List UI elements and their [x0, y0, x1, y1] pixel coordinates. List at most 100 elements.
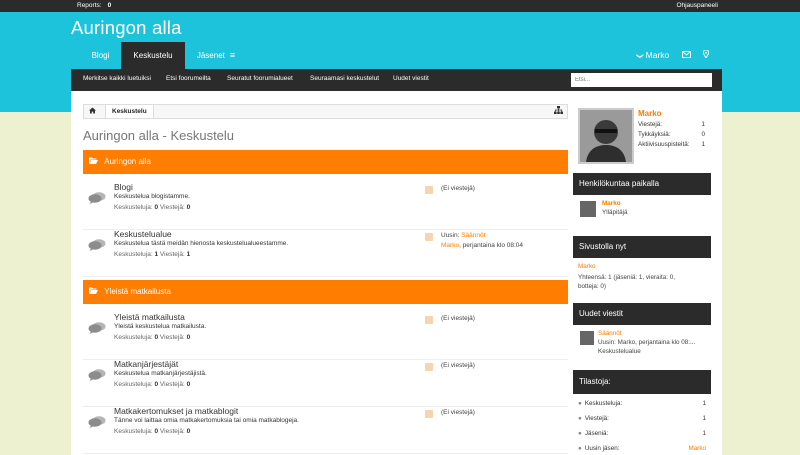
threads-count: 1: [154, 251, 159, 258]
comments-icon: [88, 369, 106, 381]
new-posts-link[interactable]: Uudet viestit: [393, 75, 429, 82]
breadcrumb-current[interactable]: Keskustelu: [105, 105, 154, 118]
reports-label: Reports:: [77, 2, 102, 9]
forum-description: Tänne voi laittaa omia matkakertomuksia …: [114, 417, 299, 424]
watched-threads-link[interactable]: Seuraamasi keskustelut: [310, 75, 379, 82]
reports-link[interactable]: Reports: 0: [77, 2, 111, 9]
tab-blogi[interactable]: Blogi: [80, 42, 121, 69]
last-post-prefix: Uusin:: [441, 232, 462, 239]
rss-icon[interactable]: [425, 363, 433, 371]
last-post-author[interactable]: Marko: [441, 242, 459, 249]
staff-role: Ylläpitäjä: [602, 209, 628, 216]
envelope-icon[interactable]: [681, 50, 693, 60]
forum-title[interactable]: Keskustelualue: [114, 229, 172, 239]
threads-label: Keskusteluja:: [114, 334, 153, 341]
stat-row: ● Uusin jäsen: Marko: [578, 445, 706, 452]
tab-jasenet[interactable]: Jäsenet ≡: [185, 42, 247, 69]
stat-value: 1: [702, 400, 706, 407]
forum-title[interactable]: Yleistä matkailusta: [114, 312, 185, 322]
profile-stat: Viestejä: 1: [638, 121, 711, 128]
tab-label: Jäsenet: [196, 51, 225, 60]
last-post-info: Uusin: Säännöt: [441, 232, 485, 239]
online-user[interactable]: Marko: [578, 263, 596, 270]
staff-online-heading: Henkilökuntaa paikalla: [573, 173, 711, 195]
forum-description: Yleistä keskustelua matkailusta.: [114, 323, 207, 330]
threads-count: 0: [154, 381, 159, 388]
avatar[interactable]: [580, 331, 594, 345]
forum-title[interactable]: Blogi: [114, 182, 133, 192]
last-post-info: (Ei viestejä): [441, 315, 475, 322]
stat-label: Tykkäyksiä:: [638, 131, 671, 138]
folder-open-icon: [89, 157, 100, 166]
posts-count: 0: [186, 381, 191, 388]
mark-all-read-link[interactable]: Merkitse kaikki luetuiksi: [83, 75, 151, 82]
comments-icon: [88, 192, 106, 204]
forum-row: Blogi Keskustelua blogistamme. Keskustel…: [83, 182, 568, 230]
sub-navigation: Merkitse kaikki luetuiksi Etsi foorumeil…: [71, 69, 722, 91]
avatar[interactable]: [578, 108, 634, 164]
stat-label: Aktiivisuuspisteitä:: [638, 141, 690, 148]
stat-value: 0: [701, 131, 705, 138]
comment-icon: ●: [578, 415, 582, 422]
new-post-forum[interactable]: Keskustelualue: [598, 348, 641, 355]
rss-icon[interactable]: [425, 233, 433, 241]
rss-icon[interactable]: [425, 410, 433, 418]
sitemap-icon[interactable]: [554, 106, 563, 116]
comments-icon: [88, 416, 106, 428]
forum-stats: Keskusteluja: 0 Viestejä: 0: [114, 204, 190, 211]
profile-stat: Tykkäyksiä: 0: [638, 131, 711, 138]
users-icon: ●: [578, 430, 582, 437]
rss-icon[interactable]: [425, 316, 433, 324]
threads-label: Keskusteluja:: [114, 428, 153, 435]
posts-label: Viestejä:: [159, 251, 185, 258]
last-post-link[interactable]: Säännöt: [461, 232, 485, 239]
new-post-meta: Uusin: Marko, perjantaina klo 08:...: [598, 339, 696, 346]
tab-keskustelu[interactable]: Keskustelu: [121, 42, 185, 69]
forum-title[interactable]: Matkanjärjestäjät: [114, 359, 178, 369]
rss-icon[interactable]: [425, 186, 433, 194]
threads-count: 0: [154, 204, 159, 211]
control-panel-link[interactable]: Ohjauspaneeli: [676, 2, 718, 9]
last-post-info: (Ei viestejä): [441, 362, 475, 369]
reports-count: 0: [107, 2, 112, 9]
avatar[interactable]: [580, 201, 596, 217]
stat-label: Viestejä:: [584, 415, 609, 422]
comments-icon: [88, 239, 106, 251]
search-forums-link[interactable]: Etsi foorumeilta: [166, 75, 211, 82]
stat-value: 1: [702, 415, 706, 422]
stat-row: ● Viestejä: 1: [578, 415, 706, 422]
visitor-panel: Marko Viestejä: 1 Tykkäyksiä: 0 Aktiivisuu…: [578, 108, 711, 168]
profile-name[interactable]: Marko: [638, 109, 662, 118]
search-input[interactable]: [571, 73, 712, 87]
forum-description: Keskustelua tästä meidän hienosta keskus…: [114, 240, 289, 247]
user-icon: ●: [578, 445, 582, 452]
newest-member-link[interactable]: Marko: [689, 445, 707, 452]
menu-burger-icon[interactable]: ≡: [230, 50, 235, 60]
forum-stats: Keskusteluja: 1 Viestejä: 1: [114, 251, 190, 258]
staff-name[interactable]: Marko: [602, 200, 621, 207]
online-now-heading: Sivustolla nyt: [573, 236, 711, 258]
map-pin-icon[interactable]: [702, 49, 710, 60]
watched-forums-link[interactable]: Seuratut foorumialueet: [227, 75, 293, 82]
forum-row: Matkakertomukset ja matkablogit Tänne vo…: [83, 406, 568, 454]
category-header[interactable]: Yleistä matkailusta: [83, 280, 568, 304]
forum-row: Matkanjärjestäjät Keskustelua matkanjärj…: [83, 359, 568, 407]
posts-count: 0: [186, 334, 191, 341]
new-post-title[interactable]: Säännöt: [598, 330, 621, 337]
stat-label: Jäseniä:: [584, 430, 609, 437]
user-menu[interactable]: ❯ Marko: [627, 50, 669, 60]
threads-count: 0: [154, 334, 159, 341]
stat-value: 1: [701, 141, 705, 148]
posts-label: Viestejä:: [159, 334, 185, 341]
forum-row: Yleistä matkailusta Yleistä keskustelua …: [83, 312, 568, 360]
forum-description: Keskustelua matkanjärjestäjistä.: [114, 370, 207, 377]
folder-open-icon: [89, 287, 100, 296]
threads-label: Keskusteluja:: [114, 251, 153, 258]
category-title: Auringon alla: [104, 157, 151, 166]
forum-title[interactable]: Matkakertomukset ja matkablogit: [114, 406, 238, 416]
stat-label: Keskusteluja:: [584, 400, 623, 407]
posts-count: 0: [186, 204, 191, 211]
category-header[interactable]: Auringon alla: [83, 150, 568, 174]
site-title[interactable]: Auringon alla: [71, 17, 182, 39]
home-icon[interactable]: [89, 107, 96, 116]
